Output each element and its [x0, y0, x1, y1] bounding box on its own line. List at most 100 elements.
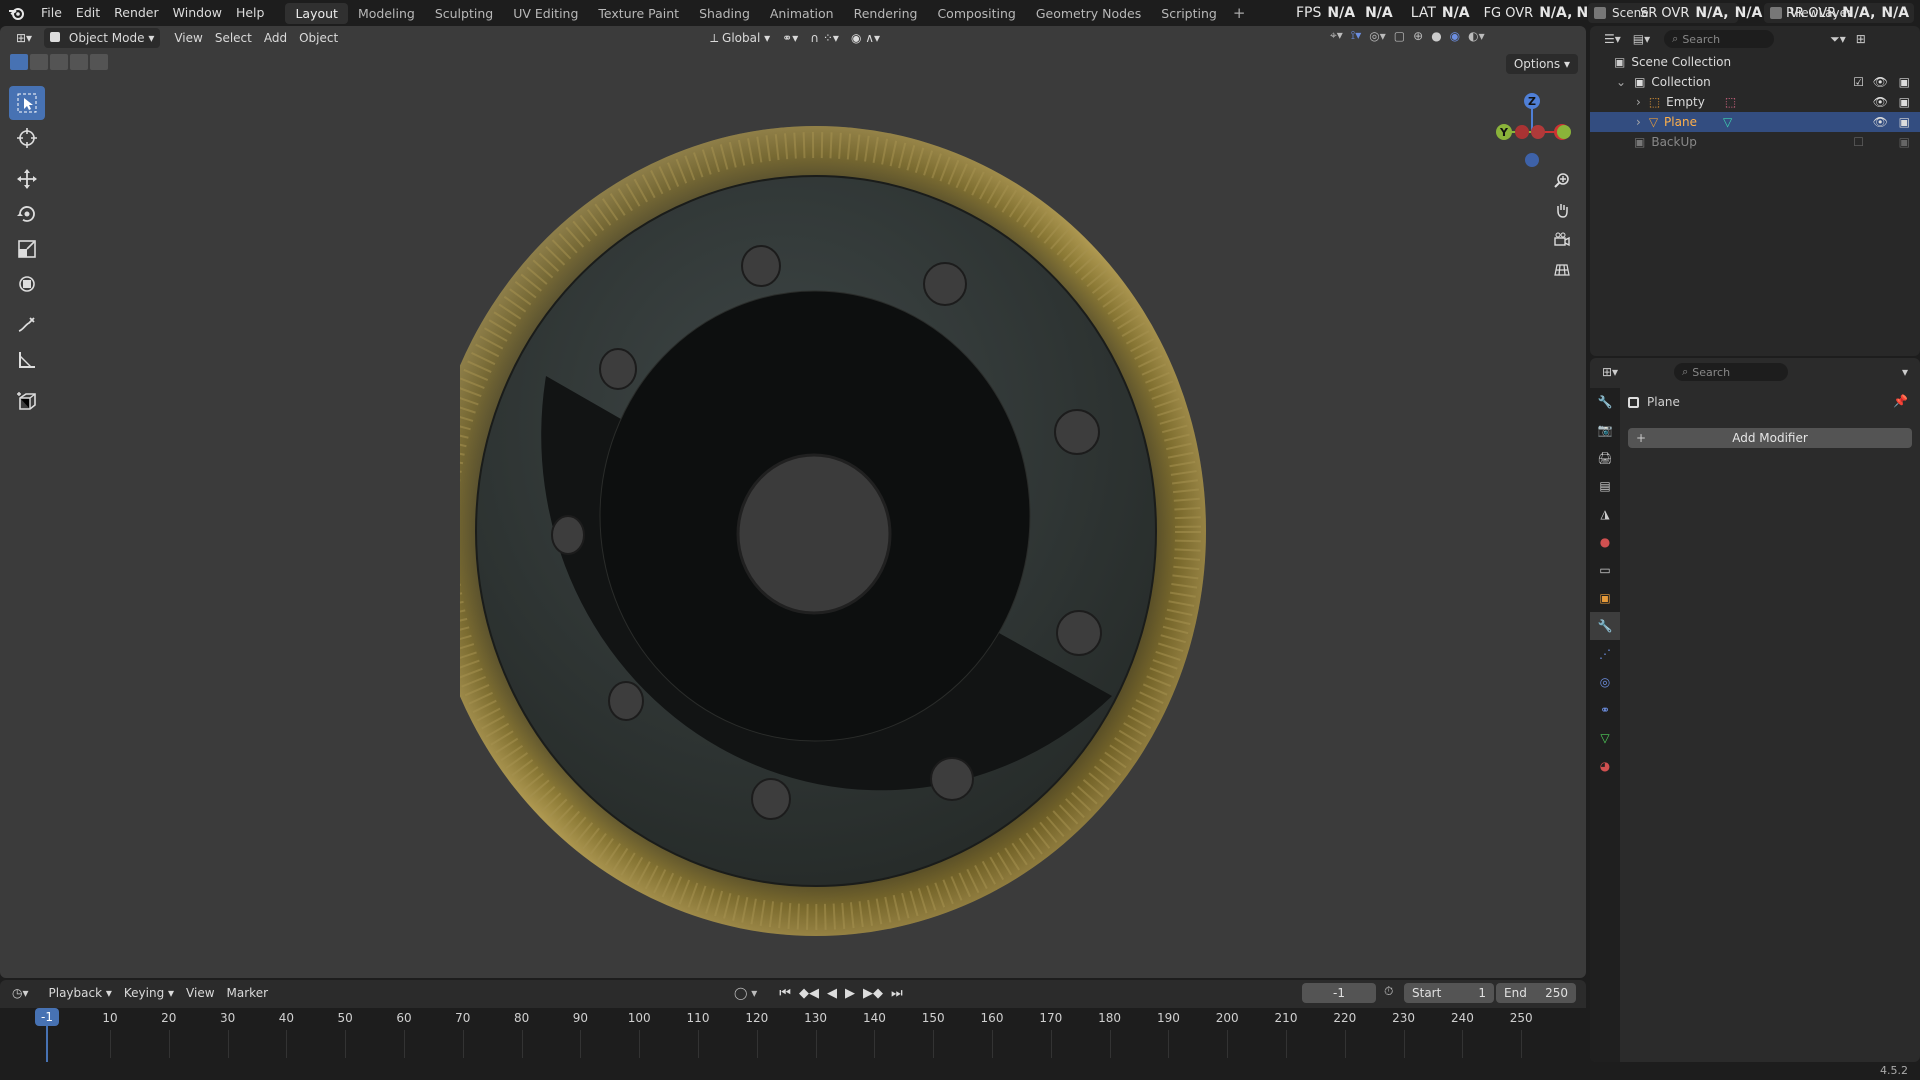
- play-icon[interactable]: ▶: [845, 986, 855, 1001]
- exclude-checkbox[interactable]: ☑: [1853, 75, 1864, 89]
- next-keyframe-icon[interactable]: ▶◆: [863, 986, 883, 1001]
- properties-editor-type-icon[interactable]: ⊞▾: [1602, 365, 1618, 379]
- gizmo-pos-y-handle[interactable]: [1557, 125, 1571, 139]
- tab-scene[interactable]: ◮: [1590, 500, 1620, 528]
- outliner-row-plane[interactable]: › ▽ Plane ▽ 👁 ▣: [1590, 112, 1920, 132]
- current-frame-field[interactable]: -1: [1302, 983, 1376, 1003]
- display-mode-icon[interactable]: ▤▾: [1633, 32, 1650, 46]
- proportional-edit-icon[interactable]: ◉ ∧▾: [845, 28, 886, 48]
- render-camera-icon[interactable]: ▣: [1899, 95, 1910, 109]
- render-camera-icon[interactable]: ▣: [1899, 135, 1910, 149]
- menu-file[interactable]: File: [34, 0, 69, 26]
- chevron-down-icon[interactable]: ⌄: [1616, 75, 1626, 89]
- current-frame-indicator[interactable]: -1: [35, 1008, 59, 1026]
- outliner[interactable]: ☰▾ ▤▾ ⌕ Search ⏷▾ ⊞ ▣ Scene Collection ⌄…: [1590, 26, 1920, 356]
- scale-tool[interactable]: [9, 232, 45, 266]
- pin-icon[interactable]: 📌: [1893, 394, 1908, 408]
- tab-render[interactable]: 📷: [1590, 416, 1620, 444]
- filter-icon[interactable]: ⏷▾: [1830, 32, 1846, 47]
- timeline-ruler[interactable]: -1 10 20 30 40 50 60 70 80 90 100 110 120 130 140 150 1…: [0, 1008, 1586, 1062]
- viewport-menu-object[interactable]: Object: [293, 28, 344, 48]
- viewport-menu-add[interactable]: Add: [258, 28, 293, 48]
- blender-logo-icon[interactable]: [0, 0, 34, 26]
- timeline-editor-type-icon[interactable]: ◷▾: [12, 986, 29, 1000]
- exclude-checkbox[interactable]: ☐: [1853, 135, 1864, 149]
- gizmo-toggle-icon[interactable]: ⟟▾: [1351, 28, 1362, 43]
- properties-search-input[interactable]: ⌕ Search: [1674, 363, 1789, 381]
- stopwatch-icon[interactable]: ⏱: [1384, 984, 1393, 999]
- tab-uv-editing[interactable]: UV Editing: [503, 3, 588, 24]
- chevron-down-icon[interactable]: ▾: [1902, 365, 1908, 379]
- menu-render[interactable]: Render: [107, 0, 166, 26]
- overlay-toggle-icon[interactable]: ◎▾: [1369, 29, 1386, 43]
- snap-icon[interactable]: ∩ ⁘▾: [804, 28, 845, 48]
- play-reverse-icon[interactable]: ◀: [827, 986, 837, 1001]
- tab-constraints[interactable]: ⚭: [1590, 696, 1620, 724]
- tab-texture-paint[interactable]: Texture Paint: [588, 3, 689, 24]
- new-collection-icon[interactable]: ⊞: [1856, 32, 1866, 46]
- annotate-tool[interactable]: [9, 308, 45, 342]
- add-workspace-button[interactable]: +: [1227, 4, 1252, 22]
- rotate-tool[interactable]: [9, 197, 45, 231]
- outliner-row-empty[interactable]: › ⬚ Empty ⬚ 👁 ▣: [1590, 92, 1920, 112]
- gizmo-neg-z-handle[interactable]: [1525, 153, 1539, 167]
- timeline-menu-marker[interactable]: Marker: [221, 983, 274, 1003]
- chevron-right-icon[interactable]: ›: [1636, 115, 1641, 129]
- mode-dropdown[interactable]: Object Mode ▾: [44, 28, 161, 48]
- add-modifier-button[interactable]: + Add Modifier: [1628, 428, 1912, 448]
- select-invert-icon[interactable]: [70, 54, 88, 70]
- shading-solid-icon[interactable]: ●: [1431, 29, 1441, 43]
- viewport-menu-view[interactable]: View: [168, 28, 208, 48]
- orientation-dropdown[interactable]: ⟂ Global ▾: [704, 28, 776, 48]
- properties-editor[interactable]: ⊞▾ ⌕ Search ▾ 🔧 📷 🖨 ▤ ◮ ● ▭ ▣ 🔧 ⋰ ◎ ⚭ ▽ …: [1590, 358, 1920, 1062]
- visibility-icon[interactable]: ⌖▾: [1330, 28, 1343, 43]
- tab-collection[interactable]: ▭: [1590, 556, 1620, 584]
- editor-type-button[interactable]: ⊞▾: [10, 28, 38, 48]
- cursor-tool[interactable]: [9, 121, 45, 155]
- outliner-row-backup[interactable]: ▣ BackUp ☐ ▣: [1590, 132, 1920, 152]
- mesh-data-icon[interactable]: ▽: [1723, 115, 1732, 129]
- outliner-editor-type-icon[interactable]: ☰▾: [1604, 32, 1621, 46]
- render-camera-icon[interactable]: ▣: [1899, 75, 1910, 89]
- xray-icon[interactable]: ▢: [1394, 29, 1405, 43]
- pan-hand-icon[interactable]: [1548, 196, 1576, 224]
- tab-physics[interactable]: ◎: [1590, 668, 1620, 696]
- gizmo-neg-x-handle[interactable]: [1515, 125, 1529, 139]
- viewport-menu-select[interactable]: Select: [209, 28, 258, 48]
- eye-icon[interactable]: 👁: [1873, 95, 1888, 109]
- menu-help[interactable]: Help: [229, 0, 272, 26]
- tab-scripting[interactable]: Scripting: [1151, 3, 1227, 24]
- tab-sculpting[interactable]: Sculpting: [425, 3, 503, 24]
- transform-tool[interactable]: [9, 267, 45, 301]
- tab-view-layer[interactable]: ▤: [1590, 472, 1620, 500]
- jump-start-icon[interactable]: ⏮: [779, 986, 791, 1001]
- zoom-icon[interactable]: [1548, 166, 1576, 194]
- navigation-gizmo[interactable]: Z X Y: [1488, 82, 1578, 172]
- outliner-search-input[interactable]: ⌕ Search: [1664, 30, 1775, 48]
- select-box-tool[interactable]: [9, 86, 45, 120]
- auto-key-icon[interactable]: ◯ ▾: [734, 986, 757, 1000]
- outliner-row-collection[interactable]: ⌄ ▣ Collection ☑ 👁 ▣: [1590, 72, 1920, 92]
- shading-rendered-icon[interactable]: ◐▾: [1468, 29, 1485, 43]
- tab-particles[interactable]: ⋰: [1590, 640, 1620, 668]
- prev-keyframe-icon[interactable]: ◆◀: [799, 986, 819, 1001]
- tab-modifiers[interactable]: 🔧: [1590, 612, 1620, 640]
- tab-animation[interactable]: Animation: [760, 3, 844, 24]
- camera-view-icon[interactable]: [1548, 226, 1576, 254]
- select-extend-icon[interactable]: [30, 54, 48, 70]
- gizmo-neg-y-handle[interactable]: [1531, 125, 1545, 139]
- start-frame-field[interactable]: Start 1: [1404, 983, 1494, 1003]
- jump-end-icon[interactable]: ⏭: [891, 986, 903, 1001]
- timeline-editor[interactable]: ◷▾ Playback ▾ Keying ▾ View Marker ◯ ▾ ⏮…: [0, 980, 1586, 1062]
- timeline-menu-keying[interactable]: Keying ▾: [118, 983, 180, 1003]
- options-dropdown[interactable]: Options ▾: [1505, 54, 1578, 74]
- outliner-row-scene-collection[interactable]: ▣ Scene Collection: [1590, 52, 1920, 72]
- end-frame-field[interactable]: End 250: [1496, 983, 1576, 1003]
- tab-modeling[interactable]: Modeling: [348, 3, 425, 24]
- tab-layout[interactable]: Layout: [285, 2, 348, 24]
- timeline-menu-view[interactable]: View: [180, 983, 220, 1003]
- eye-icon[interactable]: 👁: [1873, 75, 1888, 89]
- tab-world[interactable]: ●: [1590, 528, 1620, 556]
- tab-rendering[interactable]: Rendering: [844, 3, 928, 24]
- move-tool[interactable]: [9, 162, 45, 196]
